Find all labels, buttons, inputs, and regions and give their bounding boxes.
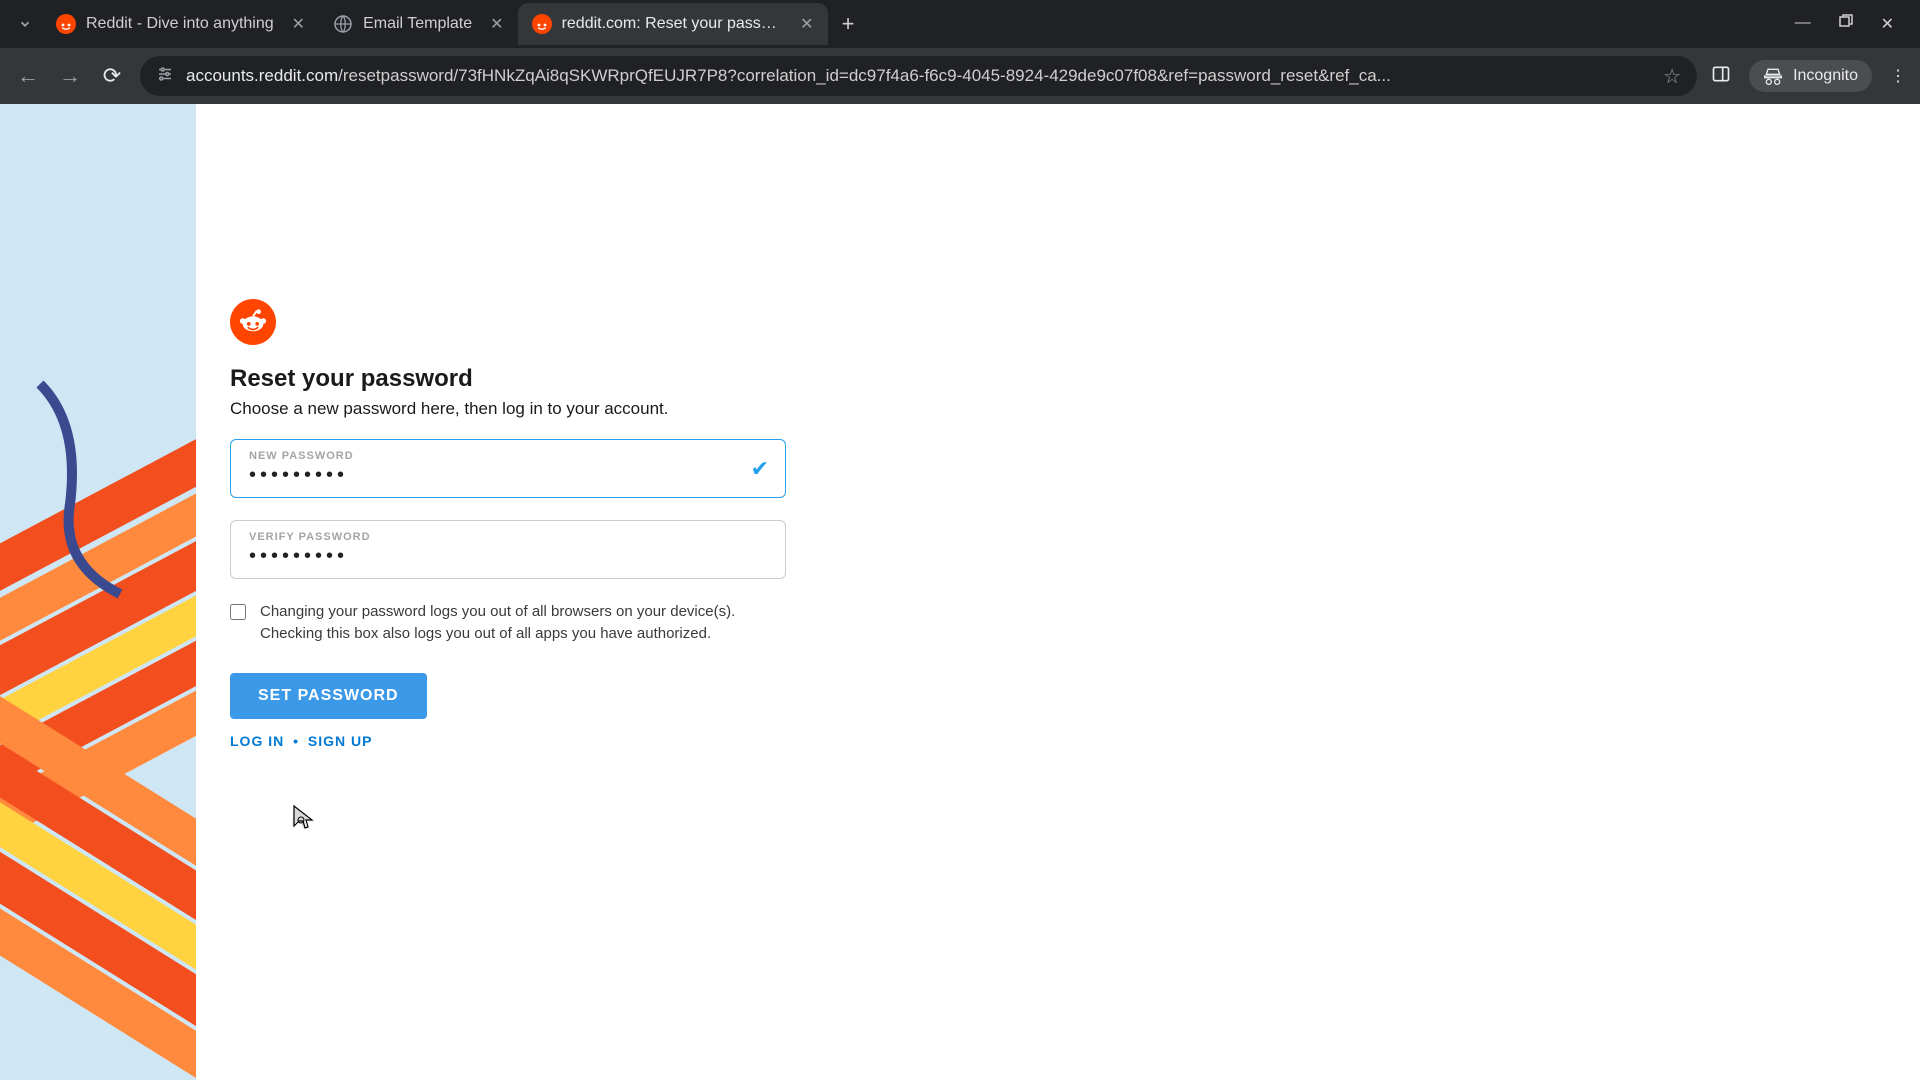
incognito-indicator[interactable]: Incognito <box>1749 60 1872 92</box>
address-bar[interactable]: accounts.reddit.com/resetpassword/73fHNk… <box>140 56 1697 96</box>
signup-link[interactable]: SIGN UP <box>308 733 373 749</box>
browser-menu-button[interactable]: ⋮ <box>1890 66 1906 86</box>
close-tab-icon[interactable]: ✕ <box>800 14 813 34</box>
set-password-button[interactable]: SET PASSWORD <box>230 673 427 719</box>
globe-favicon-icon <box>333 14 353 34</box>
nav-back-button[interactable]: ← <box>14 63 42 89</box>
reddit-logo-icon <box>230 299 276 345</box>
mouse-cursor-icon <box>290 804 314 832</box>
tab-bar: Reddit - Dive into anything ✕ Email Temp… <box>0 0 1920 48</box>
window-maximize-button[interactable] <box>1839 14 1853 34</box>
logout-everywhere-label: Changing your password logs you out of a… <box>260 601 770 645</box>
new-password-field[interactable]: NEW PASSWORD ✔ <box>230 439 786 498</box>
reddit-favicon-icon <box>56 14 76 34</box>
auth-alt-links: LOG IN • SIGN UP <box>230 733 790 749</box>
logout-everywhere-checkbox[interactable] <box>230 604 246 620</box>
reset-password-form: Reset your password Choose a new passwor… <box>230 299 790 749</box>
tab-1[interactable]: Email Template ✕ <box>319 3 518 45</box>
reddit-favicon-icon <box>532 14 552 34</box>
tab-2[interactable]: reddit.com: Reset your passwor ✕ <box>518 3 828 45</box>
tab-title: Reddit - Dive into anything <box>86 15 274 33</box>
verify-password-field[interactable]: VERIFY PASSWORD <box>230 520 786 579</box>
login-link[interactable]: LOG IN <box>230 733 284 749</box>
tab-search-button[interactable] <box>8 7 42 41</box>
url-text: accounts.reddit.com/resetpassword/73fHNk… <box>186 66 1651 86</box>
window-minimize-button[interactable]: — <box>1795 14 1811 34</box>
verify-password-input[interactable] <box>249 543 739 568</box>
new-password-label: NEW PASSWORD <box>249 450 739 462</box>
page-heading: Reset your password <box>230 365 790 393</box>
nav-reload-button[interactable]: ⟳ <box>98 63 126 89</box>
browser-toolbar: ← → ⟳ accounts.reddit.com/resetpassword/… <box>0 48 1920 104</box>
nav-forward-button[interactable]: → <box>56 63 84 89</box>
site-settings-icon[interactable] <box>156 65 174 88</box>
bookmark-icon[interactable]: ☆ <box>1663 64 1681 89</box>
close-tab-icon[interactable]: ✕ <box>490 14 503 34</box>
new-password-input[interactable] <box>249 462 739 487</box>
close-tab-icon[interactable]: ✕ <box>292 14 305 34</box>
page-subheading: Choose a new password here, then log in … <box>230 399 790 419</box>
incognito-label: Incognito <box>1793 67 1858 85</box>
side-panel-icon[interactable] <box>1711 64 1731 89</box>
new-tab-button[interactable]: + <box>828 11 869 37</box>
window-close-button[interactable]: ✕ <box>1881 14 1894 34</box>
tab-title: reddit.com: Reset your passwor <box>562 15 783 33</box>
verify-password-label: VERIFY PASSWORD <box>249 531 739 543</box>
tab-title: Email Template <box>363 15 472 33</box>
page-content: Reset your password Choose a new passwor… <box>0 104 1920 1080</box>
tab-0[interactable]: Reddit - Dive into anything ✕ <box>42 3 319 45</box>
checkmark-icon: ✔ <box>751 456 769 482</box>
decorative-sidebar-art <box>0 104 196 1080</box>
